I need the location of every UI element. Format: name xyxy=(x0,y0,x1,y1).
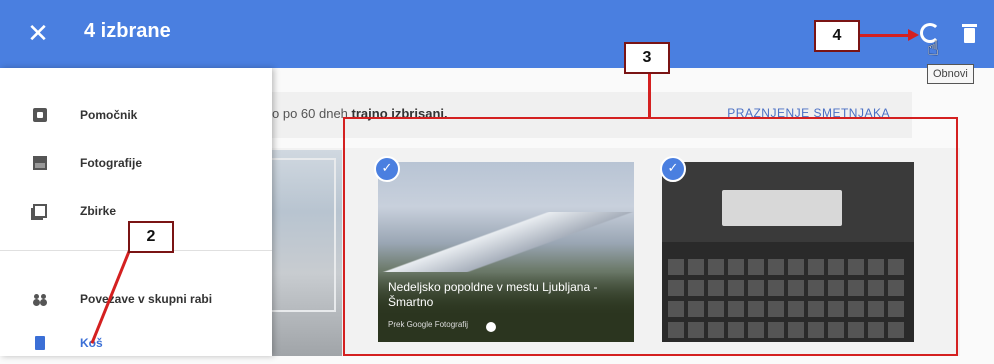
nav-item-assistant[interactable]: Pomočnik xyxy=(0,96,272,136)
photo-thumbnail[interactable] xyxy=(262,150,342,356)
assistant-icon xyxy=(33,108,47,122)
annotation-line-4 xyxy=(858,34,912,37)
trash-body xyxy=(964,28,975,43)
annotation-box-photos xyxy=(343,117,958,356)
nav-item-photos[interactable]: Fotografije xyxy=(0,144,272,184)
annotation-arrowhead-4 xyxy=(908,29,919,41)
annotation-label-2: 2 xyxy=(128,221,174,253)
pointer-hand-icon: ☝ xyxy=(927,36,940,60)
banner-text-normal: o po 60 dneh xyxy=(272,106,348,121)
nav-item-label: Fotografije xyxy=(80,156,142,170)
nav-item-trash[interactable]: Koš xyxy=(0,324,272,364)
albums-icon xyxy=(33,204,47,218)
refresh-tooltip: Obnovi xyxy=(927,64,974,84)
nav-item-label: Povezave v skupni rabi xyxy=(80,292,213,306)
nav-item-label: Zbirke xyxy=(80,204,117,218)
trash-icon xyxy=(35,336,45,350)
shared-links-icon xyxy=(33,292,47,306)
nav-item-shared-links[interactable]: Povezave v skupni rabi xyxy=(0,280,272,320)
annotation-line-3 xyxy=(648,72,651,118)
photo-frame xyxy=(270,158,336,312)
annotation-label-4: 4 xyxy=(814,20,860,52)
navigation-drawer: Pomočnik Fotografije Zbirke Povezave v s… xyxy=(0,68,272,356)
photos-icon xyxy=(33,156,47,170)
close-icon[interactable]: ✕ xyxy=(26,21,50,47)
trash-lid xyxy=(962,24,977,27)
delete-forever-icon[interactable] xyxy=(962,24,977,43)
selection-count-title: 4 izbrane xyxy=(84,20,171,42)
annotation-label-3: 3 xyxy=(624,42,670,74)
nav-item-label: Pomočnik xyxy=(80,108,138,122)
